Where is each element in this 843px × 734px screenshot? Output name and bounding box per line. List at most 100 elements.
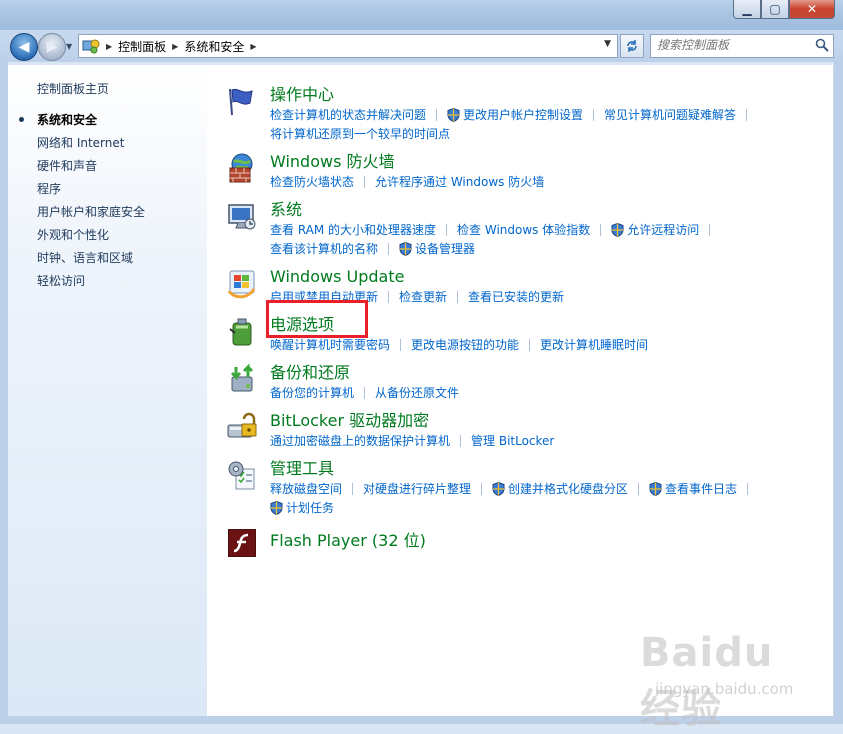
category-links: 检查计算机的状态并解决问题 更改用户帐户控制设置 常见计算机问题疑难解答 将计算… xyxy=(270,105,830,143)
uac-shield-icon xyxy=(447,107,460,122)
link-separator xyxy=(446,223,448,236)
sidebar-item-programs[interactable]: 程序 xyxy=(37,181,145,204)
windows-update-icon xyxy=(227,270,256,299)
sidebar-item-clock-region[interactable]: 时钟、语言和区域 xyxy=(37,250,145,273)
category-links: 通过加密磁盘上的数据保护计算机 管理 BitLocker xyxy=(270,431,830,450)
active-bullet-icon xyxy=(19,117,24,122)
breadcrumb-control-panel[interactable]: 控制面板 xyxy=(118,38,166,55)
task-link[interactable]: 检查更新 xyxy=(399,288,447,305)
task-link[interactable]: 查看事件日志 xyxy=(665,480,737,497)
task-link[interactable]: 创建并格式化硬盘分区 xyxy=(508,480,628,497)
link-separator xyxy=(638,482,640,495)
admin-tools-icon xyxy=(228,461,255,490)
breadcrumb-arrow-icon[interactable]: ▶ xyxy=(172,42,178,51)
sidebar-item-network[interactable]: 网络和 Internet xyxy=(37,135,145,158)
category-title[interactable]: Windows Update xyxy=(270,267,404,287)
task-link[interactable]: 更改计算机睡眠时间 xyxy=(540,336,648,353)
close-button[interactable]: ✕ xyxy=(789,0,835,19)
uac-shield-icon xyxy=(399,241,412,256)
forward-button[interactable]: ▶ xyxy=(38,33,66,61)
backup-icon xyxy=(230,363,254,392)
sidebar: 控制面板主页 系统和安全 网络和 Internet 硬件和声音 程序 用户帐户和… xyxy=(8,65,207,716)
address-bar[interactable]: ▶ 控制面板 ▶ 系统和安全 ▶ ▼ xyxy=(78,34,618,58)
navigation-bar: ◀ ▶ ▼ ▶ 控制面板 ▶ 系统和安全 ▶ ▼ xyxy=(0,30,843,62)
breadcrumb-arrow-icon[interactable]: ▶ xyxy=(250,42,256,51)
search-icon[interactable] xyxy=(815,38,829,52)
category-title[interactable]: 备份和还原 xyxy=(270,363,350,383)
window-frame-left xyxy=(0,62,8,716)
sidebar-home-link[interactable]: 控制面板主页 xyxy=(37,80,109,97)
task-link[interactable]: 对硬盘进行碎片整理 xyxy=(363,480,471,497)
sidebar-item-hardware-sound[interactable]: 硬件和声音 xyxy=(37,158,145,181)
category-title[interactable]: Flash Player (32 位) xyxy=(270,531,426,551)
breadcrumb-arrow-icon[interactable]: ▶ xyxy=(106,42,112,51)
task-link[interactable]: 备份您的计算机 xyxy=(270,384,354,401)
highlight-box xyxy=(266,300,368,338)
sidebar-category-list: 系统和安全 网络和 Internet 硬件和声音 程序 用户帐户和家庭安全 外观… xyxy=(19,112,145,296)
search-box[interactable] xyxy=(650,34,834,58)
link-separator xyxy=(600,223,602,236)
category-links: 检查防火墙状态 允许程序通过 Windows 防火墙 xyxy=(270,172,830,191)
link-separator xyxy=(436,108,438,121)
link-separator xyxy=(746,108,748,121)
control-panel-icon xyxy=(82,39,100,54)
task-link[interactable]: 通过加密磁盘上的数据保护计算机 xyxy=(270,432,450,449)
task-link[interactable]: 从备份还原文件 xyxy=(375,384,459,401)
task-link[interactable]: 允许程序通过 Windows 防火墙 xyxy=(375,173,544,190)
link-separator xyxy=(481,482,483,495)
task-link[interactable]: 检查 Windows 体验指数 xyxy=(457,221,590,238)
task-link[interactable]: 计划任务 xyxy=(286,499,334,516)
battery-icon xyxy=(229,318,252,346)
link-separator xyxy=(747,482,749,495)
task-link[interactable]: 允许远程访问 xyxy=(627,221,699,238)
task-link[interactable]: 更改用户帐户控制设置 xyxy=(463,106,583,123)
sidebar-item-appearance[interactable]: 外观和个性化 xyxy=(37,227,145,250)
task-link[interactable]: 检查防火墙状态 xyxy=(270,173,354,190)
task-link[interactable]: 查看该计算机的名称 xyxy=(270,240,378,257)
sidebar-item-user-accounts[interactable]: 用户帐户和家庭安全 xyxy=(37,204,145,227)
task-link[interactable]: 检查计算机的状态并解决问题 xyxy=(270,106,426,123)
address-history-dropdown-icon[interactable]: ▼ xyxy=(604,39,611,49)
uac-shield-icon xyxy=(649,481,662,496)
category-links: 查看 RAM 的大小和处理器速度 检查 Windows 体验指数 允许远程访问 … xyxy=(270,220,830,258)
search-input[interactable] xyxy=(651,35,807,55)
task-link[interactable]: 常见计算机问题疑难解答 xyxy=(604,106,736,123)
breadcrumb-system-security[interactable]: 系统和安全 xyxy=(184,38,244,55)
task-link[interactable]: 将计算机还原到一个较早的时间点 xyxy=(270,125,450,142)
task-link[interactable]: 查看已安装的更新 xyxy=(468,288,564,305)
task-link[interactable]: 更改电源按钮的功能 xyxy=(411,336,519,353)
task-link[interactable]: 管理 BitLocker xyxy=(471,432,554,449)
computer-icon xyxy=(228,204,256,230)
category-title[interactable]: 系统 xyxy=(270,200,302,220)
category-title[interactable]: 管理工具 xyxy=(270,459,334,479)
caption-buttons: ▁ ▢ ✕ xyxy=(733,0,835,19)
refresh-icon xyxy=(627,40,637,52)
title-bar: ▁ ▢ ✕ xyxy=(0,0,843,30)
sidebar-item-system-security[interactable]: 系统和安全 xyxy=(19,112,145,135)
link-separator xyxy=(529,338,531,351)
uac-shield-icon xyxy=(270,500,283,515)
link-separator xyxy=(388,290,390,303)
link-separator xyxy=(460,434,462,447)
category-title[interactable]: Windows 防火墙 xyxy=(270,152,395,172)
uac-shield-icon xyxy=(611,222,624,237)
task-link[interactable]: 唤醒计算机时需要密码 xyxy=(270,336,390,353)
window-frame-right xyxy=(834,62,843,716)
link-separator xyxy=(364,386,366,399)
sidebar-item-ease-of-access[interactable]: 轻松访问 xyxy=(37,273,145,296)
back-button[interactable]: ◀ xyxy=(10,33,38,61)
recent-pages-dropdown-icon[interactable]: ▼ xyxy=(66,42,72,51)
task-link[interactable]: 释放磁盘空间 xyxy=(270,480,342,497)
category-title[interactable]: BitLocker 驱动器加密 xyxy=(270,411,429,431)
link-separator xyxy=(593,108,595,121)
minimize-button[interactable]: ▁ xyxy=(733,0,761,19)
content-edge xyxy=(833,65,834,716)
task-link[interactable]: 设备管理器 xyxy=(415,240,475,257)
task-link[interactable]: 查看 RAM 的大小和处理器速度 xyxy=(270,221,436,238)
category-title[interactable]: 操作中心 xyxy=(270,85,334,105)
refresh-button[interactable] xyxy=(620,34,644,58)
link-separator xyxy=(457,290,459,303)
uac-shield-icon xyxy=(492,481,505,496)
link-separator xyxy=(400,338,402,351)
maximize-button[interactable]: ▢ xyxy=(761,0,789,19)
